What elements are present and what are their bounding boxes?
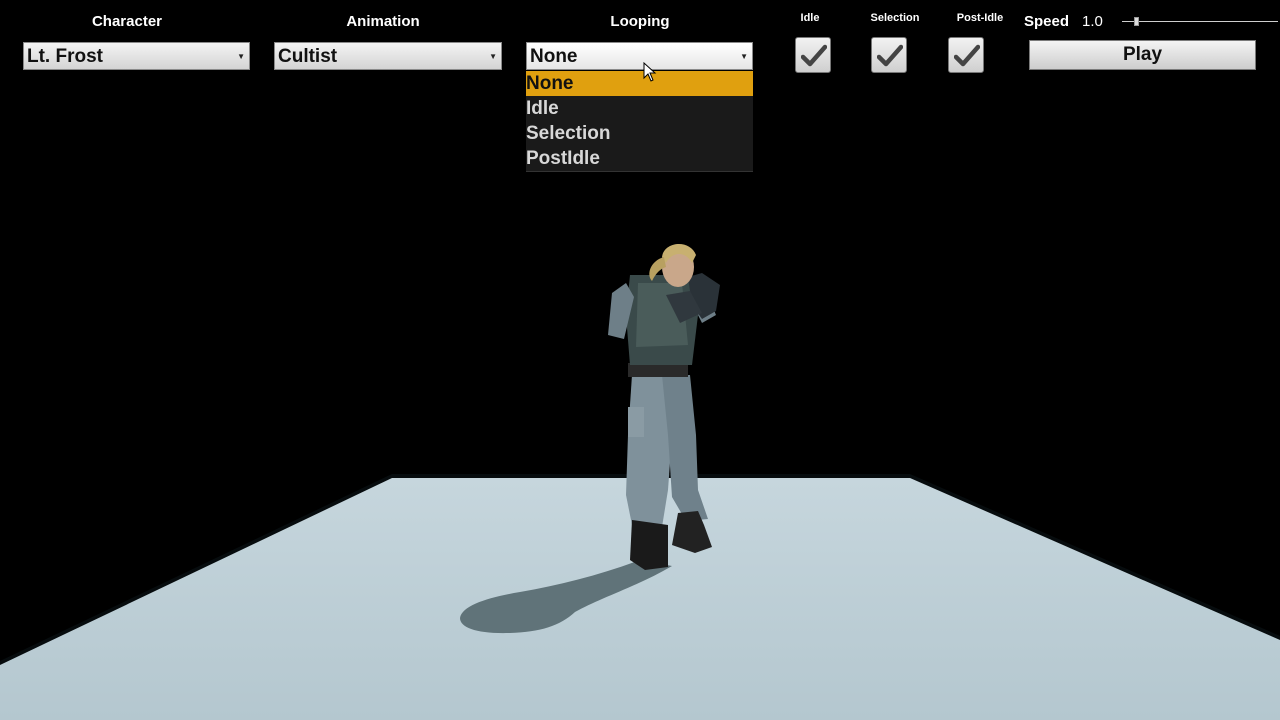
looping-options-list: None Idle Selection PostIdle: [526, 71, 753, 171]
looping-option-none[interactable]: None: [526, 71, 753, 96]
checkmark-icon: [954, 44, 980, 67]
mouse-cursor-icon: [643, 62, 657, 82]
looping-option-postidle[interactable]: PostIdle: [526, 146, 753, 171]
looping-option-idle[interactable]: Idle: [526, 96, 753, 121]
animation-label: Animation: [346, 13, 420, 30]
post-idle-toggle-label: Post-Idle: [956, 12, 1004, 24]
character-model: [608, 243, 720, 570]
speed-slider-thumb[interactable]: [1134, 17, 1139, 26]
animation-dropdown[interactable]: Cultist ▼: [274, 42, 502, 70]
looping-label: Looping: [610, 13, 670, 30]
animation-dropdown-value: Cultist: [278, 46, 338, 67]
checkmark-icon: [877, 44, 903, 67]
character-label: Character: [91, 13, 163, 30]
selection-checkbox[interactable]: [871, 37, 907, 73]
speed-label: Speed: [1024, 13, 1070, 30]
character-dropdown-value: Lt. Frost: [27, 46, 103, 67]
dropdown-arrow-icon: ▼: [237, 52, 245, 61]
dropdown-arrow-icon: ▼: [740, 52, 748, 61]
looping-option-selection[interactable]: Selection: [526, 121, 753, 146]
looping-dropdown[interactable]: None ▼: [526, 42, 753, 70]
speed-slider-track[interactable]: [1122, 21, 1278, 22]
character-dropdown[interactable]: Lt. Frost ▼: [23, 42, 250, 70]
idle-checkbox[interactable]: [795, 37, 831, 73]
selection-toggle-label: Selection: [870, 12, 920, 24]
dropdown-arrow-icon: ▼: [489, 52, 497, 61]
looping-dropdown-value: None: [530, 46, 578, 67]
speed-value: 1.0: [1082, 13, 1103, 30]
checkmark-icon: [801, 44, 827, 67]
post-idle-checkbox[interactable]: [948, 37, 984, 73]
play-button[interactable]: Play: [1029, 40, 1256, 70]
game-viewport: Character Animation Looping Idle Selecti…: [0, 0, 1280, 720]
idle-toggle-label: Idle: [800, 12, 820, 24]
